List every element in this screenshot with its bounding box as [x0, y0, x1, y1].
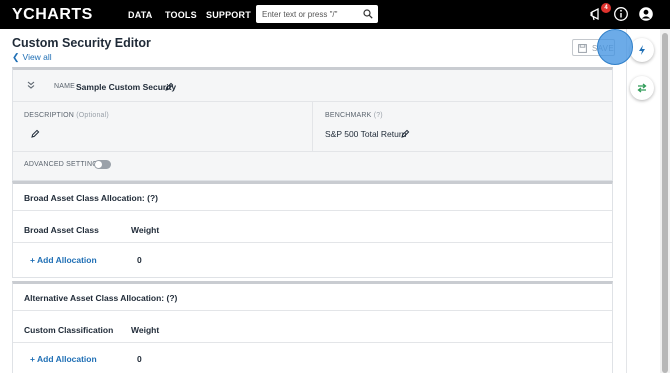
save-label: SAVE [592, 44, 614, 53]
custom-classification-header: Custom Classification [24, 325, 114, 335]
divider [13, 342, 612, 343]
info-icon[interactable] [613, 6, 629, 22]
description-label: DESCRIPTION (Optional) [24, 112, 109, 119]
alternative-weight-header: Weight [131, 325, 160, 335]
view-all-link[interactable]: ❮ View all [12, 52, 52, 63]
top-nav: YCHARTS DATA TOOLS SUPPORT 4 [0, 0, 670, 29]
lightning-icon [639, 45, 645, 55]
user-icon[interactable] [638, 6, 654, 22]
pencil-icon[interactable] [401, 129, 410, 138]
pencil-icon[interactable] [165, 82, 174, 91]
logo-y: Y [12, 6, 24, 23]
scrollbar-thumb[interactable] [662, 33, 668, 373]
broad-allocation-title: Broad Asset Class Allocation: (?) [24, 193, 158, 203]
benchmark-value: S&P 500 Total Return [325, 129, 407, 139]
divider [13, 242, 612, 243]
broad-weight-total: 0 [137, 255, 142, 265]
divider [13, 210, 612, 211]
name-value: Sample Custom Security [76, 82, 177, 92]
divider [312, 102, 313, 152]
broad-weight-header: Weight [131, 225, 160, 235]
name-label: NAME [54, 83, 76, 90]
benchmark-label: BENCHMARK (?) [325, 112, 383, 119]
logo-text: CHARTS [23, 6, 93, 23]
search-icon[interactable] [363, 9, 373, 19]
nav-tools[interactable]: TOOLS [165, 10, 197, 20]
nav-support[interactable]: SUPPORT [206, 10, 251, 20]
search-input[interactable] [256, 5, 360, 23]
pencil-icon[interactable] [31, 129, 40, 138]
add-alternative-allocation-button[interactable]: + Add Allocation [30, 354, 97, 364]
search-box[interactable] [256, 5, 378, 23]
divider [13, 151, 612, 152]
swap-button[interactable] [630, 76, 654, 100]
collapse-chevron-icon[interactable] [26, 80, 36, 90]
notification-badge: 4 [601, 3, 611, 13]
advanced-settings-label: ADVANCED SETTINGS [24, 161, 103, 168]
view-all-label: View all [22, 52, 52, 62]
swap-icon [637, 83, 647, 93]
advanced-settings-toggle[interactable] [94, 160, 111, 169]
chevron-left-icon: ❮ [12, 52, 20, 62]
add-broad-allocation-button[interactable]: + Add Allocation [30, 255, 97, 265]
broad-asset-class-header: Broad Asset Class [24, 225, 99, 235]
nav-data[interactable]: DATA [128, 10, 152, 20]
alternative-weight-total: 0 [137, 354, 142, 364]
page-title: Custom Security Editor [12, 36, 151, 50]
divider [13, 310, 612, 311]
quick-actions-button[interactable] [630, 38, 654, 62]
save-button[interactable]: SAVE [572, 39, 615, 56]
ycharts-logo[interactable]: YCHARTS [12, 6, 93, 24]
alternative-allocation-title: Alternative Asset Class Allocation: (?) [24, 293, 178, 303]
save-icon [578, 44, 587, 53]
